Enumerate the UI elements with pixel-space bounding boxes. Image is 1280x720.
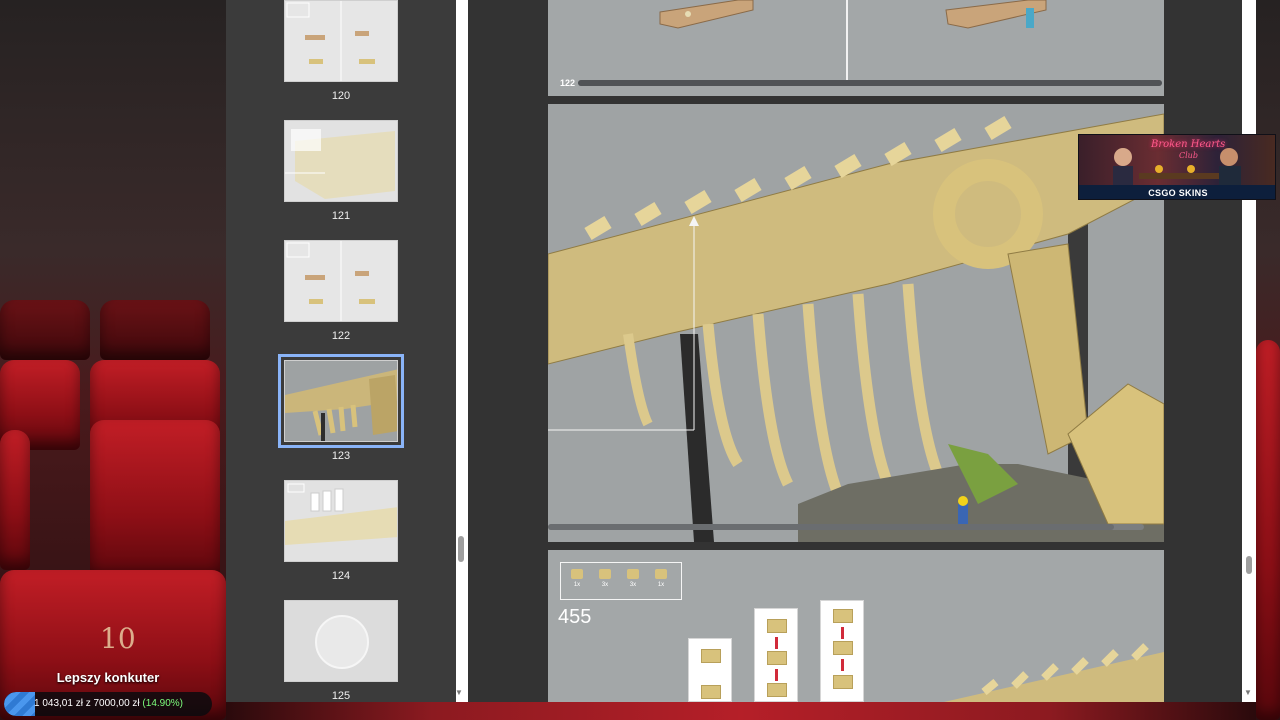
thumbnail-image: [285, 601, 397, 681]
scroll-down-arrow-icon[interactable]: ▼: [1244, 688, 1252, 697]
cinema-seat: [0, 430, 30, 570]
cinema-seat: [100, 300, 210, 360]
dinosaur-skeleton-illustration: [548, 104, 1164, 542]
seat-number: 10: [100, 622, 136, 655]
brick-icon: [655, 569, 667, 579]
banner-subtitle: Club: [1179, 151, 1198, 160]
sub-step-panel: [688, 638, 732, 702]
cinema-seat: [0, 300, 90, 360]
thumbnail-label: 125: [331, 690, 351, 702]
brick-icon: [833, 675, 853, 689]
thumbnail-page-120[interactable]: [284, 0, 398, 82]
page-divider: [846, 0, 848, 80]
thumbnail-label: 124: [331, 570, 351, 582]
thumbnail-label: 122: [331, 330, 351, 342]
part-quantity: 3x: [629, 582, 637, 588]
donation-goal-fill: [4, 692, 35, 716]
banner-scene: Broken Hearts Club: [1079, 135, 1275, 185]
assembly-arrow-icon: [775, 637, 778, 649]
build-progress-fill: [548, 524, 1115, 530]
brick-icon: [833, 609, 853, 623]
donation-goal-bar: 1 043,01 zł z 7000,00 zł (14.90%): [4, 692, 212, 716]
page-124: 1x 3x 3x 1x 455: [548, 550, 1164, 702]
thumbnail-label: 123: [331, 450, 351, 462]
page-123: [548, 104, 1164, 542]
part-item: 3x: [623, 569, 643, 595]
build-progress-fill: [578, 80, 1162, 86]
part-item: 1x: [567, 569, 587, 595]
pdf-viewer: 120 121 122 123 124 125 ▼ 122 1x 3x 3x 1…: [226, 0, 1256, 720]
assembly-arrow-icon: [841, 627, 844, 639]
page-number: 122: [560, 78, 576, 88]
assembly-arrow-icon: [775, 669, 778, 681]
brick-icon: [833, 641, 853, 655]
thumbnail-image: [285, 361, 397, 441]
thumbnail-label: 120: [331, 90, 351, 102]
banner-brand: CSGO SKINS: [1079, 185, 1275, 199]
thumbnail-image: [285, 241, 397, 321]
part-item: 1x: [651, 569, 671, 595]
donation-goal-title: Lepszy konkuter: [56, 670, 160, 685]
document-scrollbar[interactable]: [1242, 0, 1256, 702]
brick-icon: [599, 569, 611, 579]
cinema-seat: [1256, 340, 1280, 720]
thumbnail-page-122[interactable]: [284, 240, 398, 322]
sub-step-panel: [820, 600, 864, 702]
assembly-arrow-icon: [841, 659, 844, 671]
brick-icon: [701, 685, 721, 699]
document-scrollbar-thumb[interactable]: [1246, 556, 1252, 574]
part-item: 3x: [595, 569, 615, 595]
brick-icon: [767, 683, 787, 697]
cinema-seat-row: [226, 702, 1256, 720]
brick-icon: [627, 569, 639, 579]
donation-goal-amount: 1 043,01 zł z 7000,00 zł: [34, 698, 140, 709]
thumbnail-page-125[interactable]: [284, 600, 398, 682]
skeleton-preview-illustration: [944, 643, 1164, 702]
sponsor-banner: Broken Hearts Club CSGO SKINS: [1078, 134, 1276, 200]
thumbnail-page-124[interactable]: [284, 480, 398, 562]
thumbnail-image: [285, 1, 397, 81]
step-number: 455: [558, 606, 592, 628]
document-view[interactable]: 122 1x 3x 3x 1x 455: [468, 0, 1256, 702]
part-quantity: 1x: [657, 582, 665, 588]
thumbnail-image: [285, 481, 397, 561]
banner-title: Broken Hearts: [1151, 139, 1226, 150]
thumbnail-scrollbar[interactable]: [457, 0, 465, 702]
thumbnail-page-123[interactable]: [278, 354, 404, 448]
scroll-down-arrow-icon[interactable]: ▼: [455, 688, 463, 697]
donation-goal-text: 1 043,01 zł z 7000,00 zł (14.90%): [34, 698, 183, 709]
part-quantity: 3x: [601, 582, 609, 588]
page-122: 122: [548, 0, 1164, 96]
part-quantity: 1x: [573, 582, 581, 588]
brick-icon: [701, 649, 721, 663]
parts-list: 1x 3x 3x 1x: [560, 562, 682, 600]
thumbnail-page-121[interactable]: [284, 120, 398, 202]
cinema-seat: [90, 420, 220, 580]
thumbnail-scrollbar-thumb[interactable]: [458, 536, 464, 562]
thumbnail-label: 121: [331, 210, 351, 222]
brick-icon: [571, 569, 583, 579]
thumbnail-image: [285, 121, 397, 201]
donation-goal-percent: (14.90%): [142, 698, 183, 709]
brick-icon: [767, 619, 787, 633]
thumbnail-sidebar[interactable]: 120 121 122 123 124 125: [226, 0, 456, 702]
sub-step-panel: [754, 608, 798, 702]
brick-icon: [767, 651, 787, 665]
